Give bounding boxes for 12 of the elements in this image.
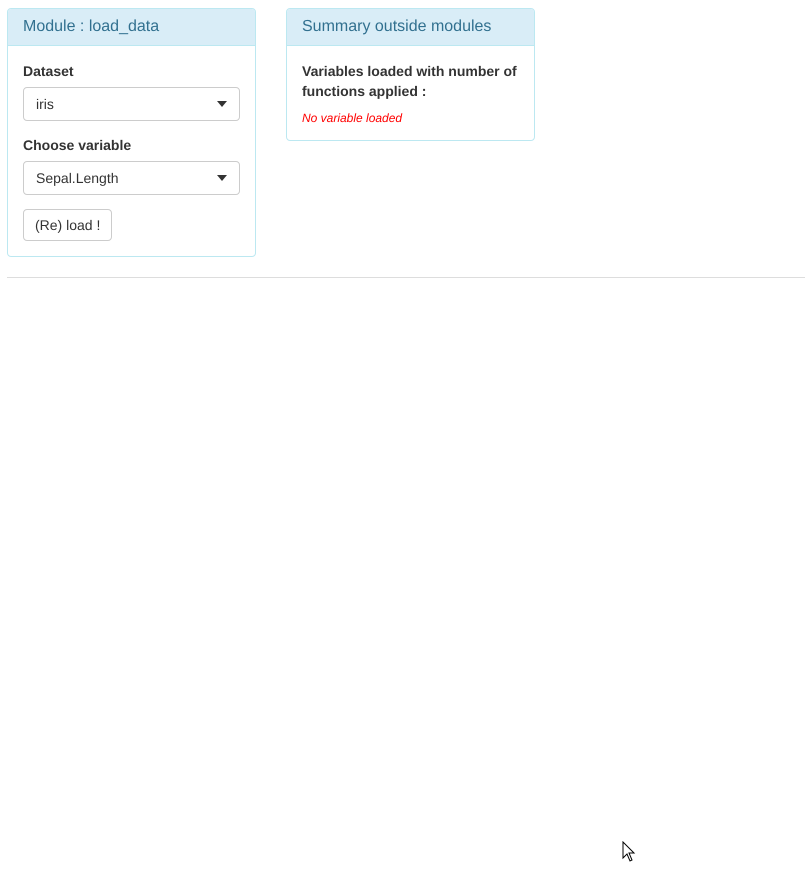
dropdown[interactable]: Sepal.Length (23, 161, 240, 195)
panel-title: Module : load_data (8, 9, 255, 46)
dropdown[interactable]: iris (23, 87, 240, 121)
reload-button[interactable]: (Re) load ! (23, 209, 112, 241)
cursor-icon (622, 841, 636, 862)
summary-heading: Variables loaded with number of functions applied : (302, 62, 518, 101)
field-label: Choose variable (23, 136, 132, 155)
caret-icon (217, 175, 227, 181)
status-message: No variable loaded (302, 111, 404, 125)
caret-icon (217, 101, 227, 107)
field-label: Dataset (23, 62, 75, 81)
panel-title: Summary outside modules (287, 9, 534, 46)
